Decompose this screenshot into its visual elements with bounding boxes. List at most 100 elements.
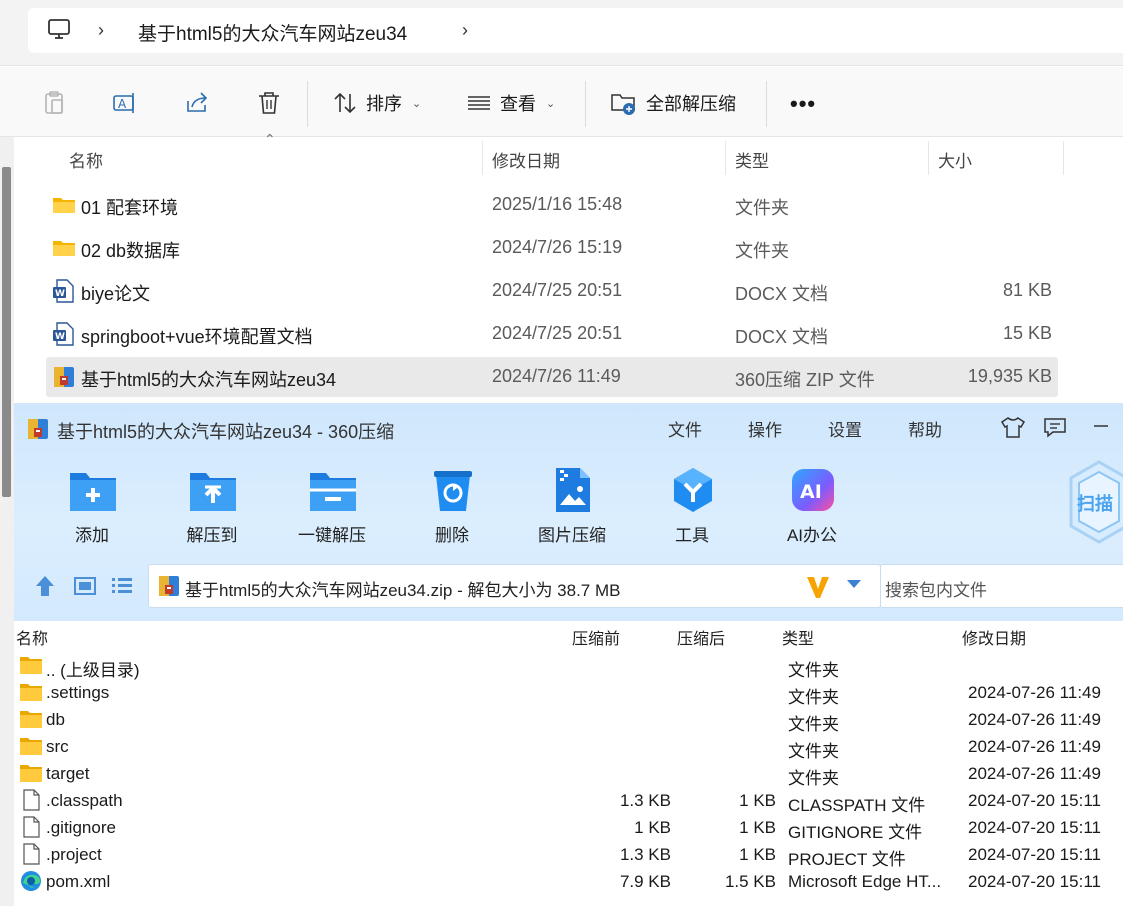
- archive-row[interactable]: pom.xml 7.9 KB 1.5 KB Microsoft Edge HT.…: [14, 868, 1123, 895]
- ai-office-icon: AI: [792, 469, 834, 511]
- entry-modified: 2024-07-26 11:49: [968, 683, 1101, 702]
- word-doc-icon: W: [53, 322, 74, 346]
- breadcrumb-chevron-icon[interactable]: ›: [98, 20, 104, 41]
- up-level-icon[interactable]: [32, 573, 58, 599]
- menu-settings[interactable]: 设置: [828, 416, 862, 441]
- extract-to-button[interactable]: 解压到: [162, 463, 262, 547]
- file-type: 360压缩 ZIP 文件: [735, 370, 875, 390]
- file-modified: 2024/7/26 11:49: [492, 366, 621, 386]
- thumbnail-view-icon[interactable]: [72, 573, 98, 599]
- breadcrumb-chevron-icon[interactable]: ›: [462, 20, 468, 41]
- share-icon[interactable]: [183, 89, 211, 117]
- search-in-archive-input[interactable]: 搜索包内文件: [880, 564, 1123, 608]
- view-button[interactable]: 查看 ⌄: [466, 87, 555, 119]
- column-header-size[interactable]: 大小: [938, 147, 972, 172]
- archive-row[interactable]: .settings 文件夹 2024-07-26 11:49: [14, 679, 1123, 707]
- rename-icon[interactable]: A: [111, 89, 139, 117]
- scrollbar-thumb[interactable]: [2, 167, 11, 497]
- file-size: 15 KB: [1002, 323, 1052, 343]
- minimize-icon[interactable]: [1088, 414, 1116, 440]
- sort-button[interactable]: 排序 ⌄: [332, 87, 421, 119]
- archive-row[interactable]: .. (上级目录) 文件夹: [14, 652, 1123, 680]
- column-header-after[interactable]: 压缩后: [677, 625, 725, 649]
- file-type: DOCX 文档: [735, 327, 829, 347]
- v-logo-icon[interactable]: [805, 573, 831, 601]
- file-modified: 2025/1/16 15:48: [492, 194, 623, 214]
- entry-modified: 2024-07-26 11:49: [968, 737, 1101, 756]
- address-bar: › 基于html5的大众汽车网站zeu34 ›: [0, 0, 1123, 66]
- chevron-down-icon: ⌄: [546, 97, 556, 110]
- column-divider[interactable]: [482, 141, 483, 175]
- column-header-before[interactable]: 压缩前: [572, 625, 620, 649]
- image-compress-button[interactable]: 图片压缩: [522, 463, 622, 547]
- file-name: biye论文: [81, 284, 151, 304]
- one-click-extract-button[interactable]: 一键解压: [282, 463, 382, 547]
- file-row[interactable]: 02 db数据库 2024/7/26 15:19 文件夹: [46, 228, 1058, 268]
- skin-icon[interactable]: [999, 414, 1027, 440]
- paste-icon[interactable]: [40, 89, 68, 117]
- sort-ascending-icon: ⌃: [264, 131, 276, 147]
- column-header-type[interactable]: 类型: [782, 625, 814, 649]
- column-divider[interactable]: [725, 141, 726, 175]
- archive-row[interactable]: .classpath 1.3 KB 1 KB CLASSPATH 文件 2024…: [14, 787, 1123, 815]
- column-divider[interactable]: [1063, 141, 1064, 175]
- file-row[interactable]: 01 配套环境 2025/1/16 15:48 文件夹: [46, 185, 1058, 225]
- add-button[interactable]: 添加: [42, 463, 142, 547]
- entry-name: .project: [46, 845, 102, 864]
- file-type: DOCX 文档: [735, 284, 829, 304]
- chevron-down-icon[interactable]: [845, 577, 863, 591]
- entry-type: PROJECT 文件: [788, 850, 906, 869]
- add-label: 添加: [75, 526, 109, 545]
- column-header-name[interactable]: 名称: [69, 147, 103, 172]
- menu-operation[interactable]: 操作: [748, 416, 782, 441]
- column-header-modified[interactable]: 修改日期: [962, 625, 1026, 649]
- file-row[interactable]: W biye论文 2024/7/25 20:51 DOCX 文档 81 KB: [46, 271, 1058, 311]
- file-modified: 2024/7/26 15:19: [492, 237, 623, 257]
- tools-label: 工具: [675, 526, 709, 545]
- navigation-pane-edge: [0, 137, 14, 906]
- entry-type: 文件夹: [788, 769, 839, 788]
- entry-type: Microsoft Edge HT...: [788, 872, 942, 891]
- ai-office-button[interactable]: AI AI办公: [762, 463, 862, 547]
- delete-button[interactable]: 删除: [402, 463, 502, 547]
- delete-icon[interactable]: [255, 89, 283, 117]
- archive-path-field[interactable]: 基于html5的大众汽车网站zeu34.zip - 解包大小为 38.7 MB: [148, 564, 881, 608]
- column-divider[interactable]: [928, 141, 929, 175]
- folder-icon: [20, 738, 42, 755]
- file-row-selected[interactable]: 基于html5的大众汽车网站zeu34 2024/7/26 11:49 360压…: [46, 357, 1058, 397]
- entry-size-before: 1.3 KB: [619, 845, 671, 864]
- file-name: springboot+vue环境配置文档: [81, 327, 313, 347]
- archive-row[interactable]: src 文件夹 2024-07-26 11:49: [14, 733, 1123, 761]
- explorer-file-list: ⌃ 名称 修改日期 类型 大小 01 配套环境 2025/1/16 15:48 …: [14, 131, 1123, 403]
- more-options-icon[interactable]: •••: [790, 91, 816, 117]
- entry-modified: 2024-07-26 11:49: [968, 710, 1101, 729]
- archive-row[interactable]: .project 1.3 KB 1 KB PROJECT 文件 2024-07-…: [14, 841, 1123, 869]
- zip-archive-icon: [54, 367, 74, 387]
- file-row[interactable]: W springboot+vue环境配置文档 2024/7/25 20:51 D…: [46, 314, 1058, 354]
- archive-row[interactable]: target 文件夹 2024-07-26 11:49: [14, 760, 1123, 788]
- menu-file[interactable]: 文件: [668, 416, 702, 441]
- breadcrumb-current-folder[interactable]: 基于html5的大众汽车网站zeu34: [138, 19, 407, 46]
- toolbar-divider: [307, 81, 308, 127]
- add-icon: [70, 473, 116, 511]
- archive-row[interactable]: .gitignore 1 KB 1 KB GITIGNORE 文件 2024-0…: [14, 814, 1123, 842]
- file-icon: [23, 789, 40, 811]
- entry-size-after: 1 KB: [739, 791, 776, 810]
- image-compress-label: 图片压缩: [538, 526, 606, 545]
- one-click-extract-label: 一键解压: [298, 526, 366, 545]
- entry-name: pom.xml: [46, 872, 111, 891]
- list-view-icon[interactable]: [109, 573, 135, 599]
- feedback-icon[interactable]: [1041, 414, 1069, 440]
- file-name: 基于html5的大众汽车网站zeu34: [81, 370, 337, 390]
- one-click-extract-icon: [310, 473, 356, 511]
- menu-help[interactable]: 帮助: [908, 416, 942, 441]
- column-header-modified[interactable]: 修改日期: [492, 147, 560, 172]
- tools-button[interactable]: 工具: [642, 463, 742, 547]
- zip-header: 基于html5的大众汽车网站zeu34 - 360压缩 文件 操作 设置 帮助: [14, 403, 1123, 621]
- archive-row[interactable]: db 文件夹 2024-07-26 11:49: [14, 706, 1123, 734]
- column-header-type[interactable]: 类型: [735, 147, 769, 172]
- column-header-name[interactable]: 名称: [16, 625, 48, 649]
- scan-button[interactable]: 扫描: [1069, 458, 1123, 550]
- computer-icon[interactable]: [46, 16, 72, 42]
- extract-all-button[interactable]: 全部解压缩: [610, 87, 736, 119]
